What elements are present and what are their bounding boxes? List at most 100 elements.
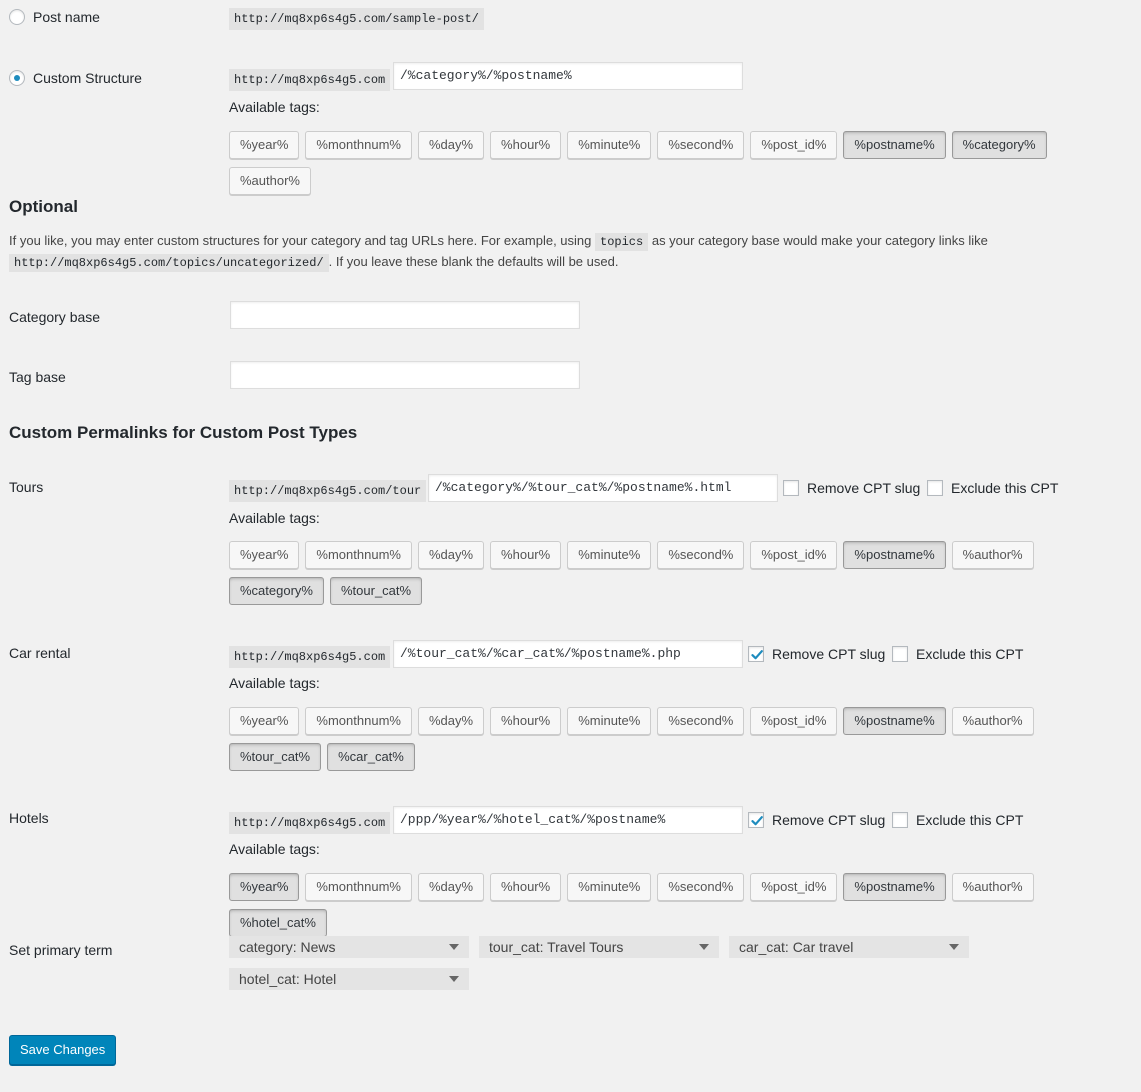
tag-button[interactable]: %category% bbox=[951, 131, 1047, 159]
tag-button[interactable]: %post_id% bbox=[750, 131, 838, 159]
tag-button[interactable]: %post_id% bbox=[750, 873, 838, 901]
tag-button[interactable]: %second% bbox=[657, 707, 745, 735]
primary-term-category-select[interactable]: category: News bbox=[229, 936, 469, 958]
car-rental-available-tags-label: Available tags: bbox=[229, 675, 320, 691]
tag-button[interactable]: %author% bbox=[951, 873, 1034, 901]
custom-structure-radio[interactable] bbox=[9, 70, 25, 86]
tag-button[interactable]: %tour_cat% bbox=[329, 577, 423, 605]
tag-button[interactable]: %postname% bbox=[843, 707, 946, 735]
tag-button[interactable]: %minute% bbox=[567, 873, 652, 901]
select-value: category: News bbox=[239, 939, 336, 955]
tag-button[interactable]: %hour% bbox=[490, 707, 562, 735]
dropdown-arrow-icon bbox=[449, 976, 459, 982]
checkmark-icon bbox=[751, 816, 763, 826]
tag-button[interactable]: %year% bbox=[229, 873, 300, 901]
tag-button[interactable]: %second% bbox=[657, 873, 745, 901]
car-rental-label: Car rental bbox=[9, 645, 71, 661]
category-base-label: Category base bbox=[9, 309, 101, 325]
tag-button[interactable]: %post_id% bbox=[750, 707, 838, 735]
hotels-structure-input[interactable]: /ppp/%year%/%hotel_cat%/%postname% bbox=[393, 806, 743, 834]
tag-button[interactable]: %category% bbox=[229, 577, 324, 605]
primary-term-hotel-cat-select[interactable]: hotel_cat: Hotel bbox=[229, 968, 469, 990]
tag-button[interactable]: %day% bbox=[417, 707, 485, 735]
tours-remove-slug-label: Remove CPT slug bbox=[807, 480, 921, 496]
car-rental-structure-input[interactable]: /%tour_cat%/%car_cat%/%postname%.php bbox=[393, 640, 743, 668]
optional-text-3: . If you leave these blank the defaults … bbox=[328, 254, 619, 269]
car-rental-exclude-label: Exclude this CPT bbox=[916, 646, 1024, 662]
tag-button[interactable]: %car_cat% bbox=[327, 743, 415, 771]
tag-base-input[interactable] bbox=[230, 361, 580, 389]
select-value: tour_cat: Travel Tours bbox=[489, 939, 624, 955]
tag-button[interactable]: %year% bbox=[229, 131, 300, 159]
custom-structure-prefix: http://mq8xp6s4g5.com bbox=[229, 69, 391, 91]
hotels-exclude-checkbox[interactable] bbox=[892, 812, 908, 828]
tours-exclude-checkbox[interactable] bbox=[927, 480, 943, 496]
post-name-radio[interactable] bbox=[9, 9, 25, 25]
tours-available-tags-label: Available tags: bbox=[229, 510, 320, 526]
tours-remove-slug-checkbox[interactable] bbox=[783, 480, 799, 496]
dropdown-arrow-icon bbox=[949, 944, 959, 950]
tag-button[interactable]: %hotel_cat% bbox=[229, 909, 327, 937]
car-rental-prefix: http://mq8xp6s4g5.com bbox=[229, 646, 391, 668]
tag-button[interactable]: %day% bbox=[417, 541, 485, 569]
cpt-heading: Custom Permalinks for Custom Post Types bbox=[9, 423, 358, 442]
tag-button[interactable]: %second% bbox=[657, 131, 745, 159]
tours-prefix: http://mq8xp6s4g5.com/tour bbox=[229, 480, 427, 502]
post-name-example: http://mq8xp6s4g5.com/sample-post/ bbox=[229, 8, 484, 30]
tag-button[interactable]: %minute% bbox=[567, 707, 652, 735]
optional-code-example-url: http://mq8xp6s4g5.com/topics/uncategoriz… bbox=[9, 254, 329, 272]
tag-button[interactable]: %monthnum% bbox=[305, 131, 412, 159]
optional-text-1: If you like, you may enter custom struct… bbox=[9, 233, 592, 248]
hotels-label: Hotels bbox=[9, 810, 49, 826]
tag-button[interactable]: %monthnum% bbox=[305, 707, 412, 735]
primary-term-tour-cat-select[interactable]: tour_cat: Travel Tours bbox=[479, 936, 719, 958]
tag-button[interactable]: %hour% bbox=[490, 541, 562, 569]
tag-button[interactable]: %day% bbox=[417, 873, 485, 901]
tag-button[interactable]: %hour% bbox=[490, 873, 562, 901]
tag-button[interactable]: %monthnum% bbox=[305, 541, 412, 569]
car-rental-remove-slug-checkbox[interactable] bbox=[748, 646, 764, 662]
tours-structure-input[interactable]: /%category%/%tour_cat%/%postname%.html bbox=[428, 474, 778, 502]
tag-button[interactable]: %author% bbox=[951, 707, 1034, 735]
save-changes-button[interactable]: Save Changes bbox=[9, 1035, 117, 1065]
available-tags-label: Available tags: bbox=[229, 99, 320, 115]
tag-button[interactable]: %second% bbox=[657, 541, 745, 569]
tag-button[interactable]: %postname% bbox=[843, 131, 946, 159]
optional-code-topics: topics bbox=[595, 233, 649, 251]
car-rental-tags: %year% %monthnum% %day% %hour% %minute% %seco… bbox=[229, 707, 1129, 779]
select-value: car_cat: Car travel bbox=[739, 939, 854, 955]
hotels-remove-slug-checkbox[interactable] bbox=[748, 812, 764, 828]
hotels-tags: %year% %monthnum% %day% %hour% %minute% %seco… bbox=[229, 873, 1129, 945]
tag-base-label: Tag base bbox=[9, 369, 66, 385]
car-rental-exclude-checkbox[interactable] bbox=[892, 646, 908, 662]
primary-term-car-cat-select[interactable]: car_cat: Car travel bbox=[729, 936, 969, 958]
dropdown-arrow-icon bbox=[449, 944, 459, 950]
hotels-prefix: http://mq8xp6s4g5.com bbox=[229, 812, 391, 834]
tag-button[interactable]: %minute% bbox=[567, 541, 652, 569]
tag-button[interactable]: %author% bbox=[951, 541, 1034, 569]
hotels-available-tags-label: Available tags: bbox=[229, 841, 320, 857]
tag-button[interactable]: %day% bbox=[417, 131, 485, 159]
custom-structure-input[interactable]: /%category%/%postname% bbox=[393, 62, 743, 90]
tag-button[interactable]: %postname% bbox=[843, 873, 946, 901]
optional-heading: Optional bbox=[9, 197, 78, 216]
tag-button[interactable]: %postname% bbox=[843, 541, 946, 569]
tours-exclude-label: Exclude this CPT bbox=[951, 480, 1059, 496]
checkmark-icon bbox=[751, 650, 763, 660]
category-base-input[interactable] bbox=[230, 301, 580, 329]
tours-label: Tours bbox=[9, 479, 44, 495]
optional-text-2: as your category base would make your ca… bbox=[651, 233, 988, 248]
tag-button[interactable]: %monthnum% bbox=[305, 873, 412, 901]
tag-button[interactable]: %tour_cat% bbox=[229, 743, 322, 771]
optional-description: If you like, you may enter custom struct… bbox=[9, 230, 1119, 272]
tours-tags: %year% %monthnum% %day% %hour% %minute% %seco… bbox=[229, 541, 1129, 613]
tag-button[interactable]: %author% bbox=[229, 167, 311, 195]
hotels-remove-slug-label: Remove CPT slug bbox=[772, 812, 886, 828]
tag-button[interactable]: %hour% bbox=[490, 131, 562, 159]
select-value: hotel_cat: Hotel bbox=[239, 971, 337, 987]
tag-button[interactable]: %post_id% bbox=[750, 541, 838, 569]
tag-button[interactable]: %year% bbox=[229, 541, 300, 569]
tag-button[interactable]: %year% bbox=[229, 707, 300, 735]
hotels-exclude-label: Exclude this CPT bbox=[916, 812, 1024, 828]
tag-button[interactable]: %minute% bbox=[567, 131, 652, 159]
